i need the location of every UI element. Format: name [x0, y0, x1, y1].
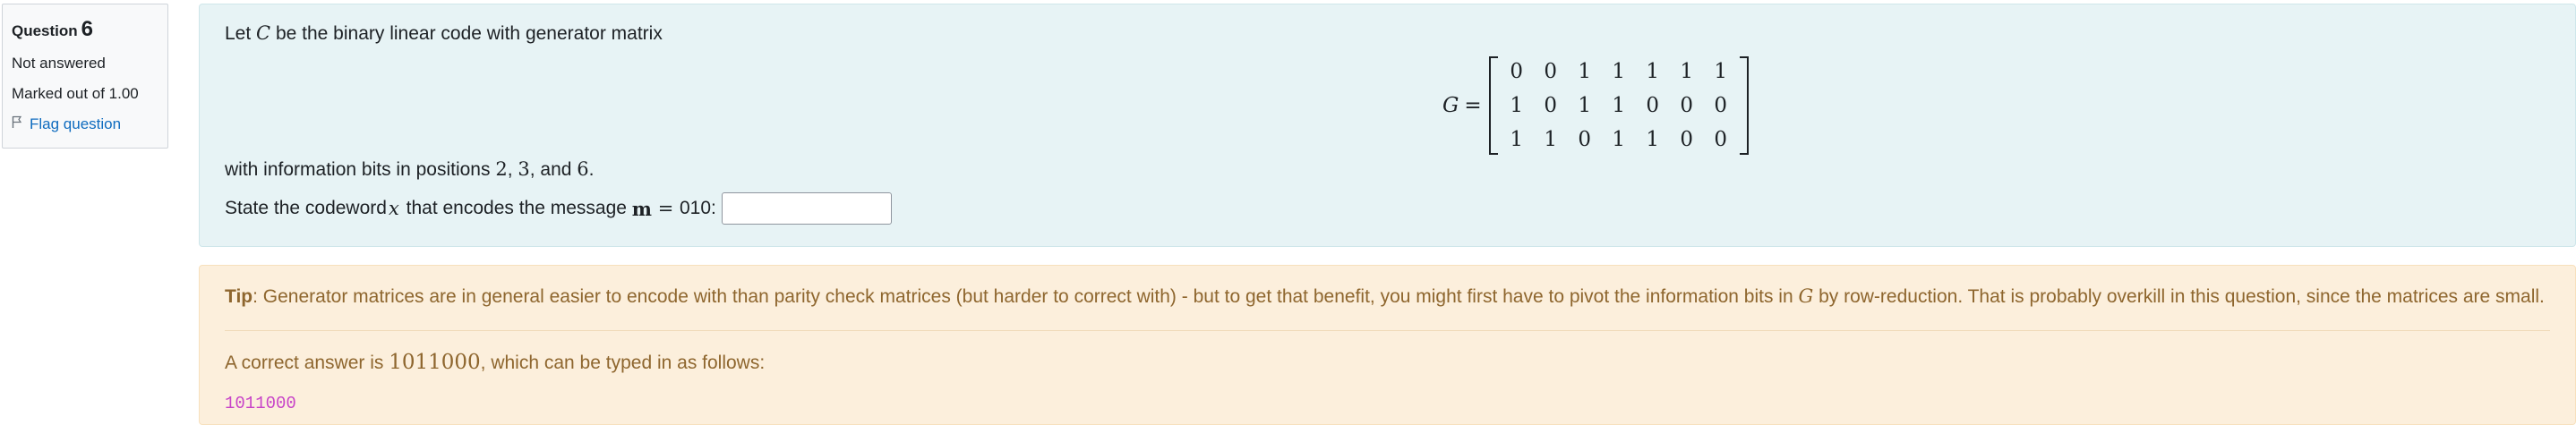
matrix-cell: 1	[1612, 94, 1625, 117]
tip-text: Tip: Generator matrices are in general e…	[225, 285, 2545, 307]
matrix-cell: 1	[1578, 94, 1591, 117]
code-symbol: C	[256, 22, 271, 44]
matrix-cell: 0	[1714, 94, 1727, 117]
answer-input[interactable]	[721, 192, 892, 225]
question-intro: Let C be the binary linear code with gen…	[225, 22, 663, 44]
matrix-cell: 1	[1680, 60, 1693, 83]
matrix-cell: 0	[1646, 94, 1659, 117]
matrix-cell: 1	[1612, 60, 1625, 83]
message-value: 010:	[679, 198, 716, 218]
matrix-cell: 0	[1680, 128, 1693, 151]
matrix-cell: 1	[1612, 128, 1625, 151]
feedback-divider	[225, 330, 2550, 331]
question-formulation: Let C be the binary linear code with gen…	[199, 4, 2576, 247]
feedback-panel: Tip: Generator matrices are in general e…	[199, 265, 2576, 425]
right-bracket	[1739, 56, 1749, 155]
info-bits-text: with information bits in positions 2, 3,…	[225, 158, 595, 180]
question-info-panel: Question 6 Not answered Marked out of 1.0…	[2, 4, 168, 149]
flag-question-label: Flag question	[30, 115, 122, 132]
quiz-page: Question 6 Not answered Marked out of 1.0…	[0, 0, 2576, 425]
matrix-cell: 1	[1510, 128, 1523, 151]
matrix-cell: 1	[1646, 128, 1659, 151]
correct-answer-value: 1011000	[389, 351, 481, 374]
generator-matrix: G = 0 0 1 1 1 1 1 1 0 1 1 0 0 0 1 1 0 1 …	[1442, 55, 1749, 157]
matrix-cell: 0	[1510, 60, 1523, 83]
matrix-cell: 1	[1510, 94, 1523, 117]
codeword-var: x	[388, 198, 399, 219]
matrix-grid: 0 0 1 1 1 1 1 1 0 1 1 0 0 0 1 1 0 1 1 0	[1498, 55, 1740, 157]
matrix-cell: 1	[1646, 60, 1659, 83]
matrix-cell: 1	[1714, 60, 1727, 83]
question-number: Question 6	[12, 17, 94, 41]
matrix-cell: 0	[1578, 128, 1591, 151]
matrix-cell: 1	[1544, 128, 1557, 151]
flag-icon	[12, 115, 22, 133]
matrix-cell: 0	[1680, 94, 1693, 117]
typed-answer-code: 1011000	[225, 394, 296, 413]
question-marks: Marked out of 1.00	[12, 85, 139, 102]
matrix-cell: 0	[1544, 94, 1557, 117]
matrix-cell: 0	[1544, 60, 1557, 83]
left-bracket	[1488, 56, 1498, 155]
matrix-equals: =	[1464, 94, 1482, 117]
message-var: m	[631, 197, 653, 220]
answer-prompt: State the codeword x that encodes the me…	[225, 192, 892, 225]
correct-answer-text: A correct answer is 1011000, which can b…	[225, 351, 766, 374]
flag-question-link[interactable]: Flag question	[12, 115, 158, 133]
matrix-name: G	[1442, 94, 1459, 117]
matrix-cell: 1	[1578, 60, 1591, 83]
matrix-cell: 0	[1714, 128, 1727, 151]
question-status: Not answered	[12, 55, 106, 72]
